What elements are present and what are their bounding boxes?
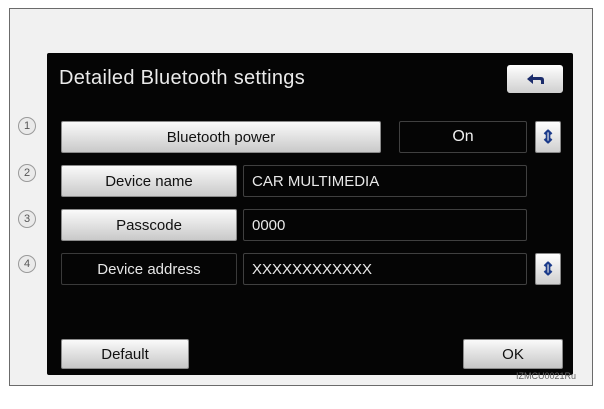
bluetooth-settings-screen: Detailed Bluetooth settings Bluetooth po… [47, 53, 573, 375]
device-name-label: Device name [105, 172, 193, 190]
bluetooth-power-value: On [452, 128, 474, 145]
screen-title: Detailed Bluetooth settings [59, 67, 306, 89]
default-button-label: Default [101, 345, 149, 363]
passcode-value: 0000 [243, 209, 527, 241]
up-down-arrow-icon: ⇕ [540, 126, 556, 147]
ok-button-label: OK [502, 345, 524, 363]
ok-button[interactable]: OK [463, 339, 563, 369]
figure-code: IZMCU0021Ru [515, 371, 576, 381]
default-button[interactable]: Default [61, 339, 189, 369]
bluetooth-power-button[interactable]: Bluetooth power [61, 121, 381, 153]
device-address-value: XXXXXXXXXXXX [243, 253, 527, 285]
bluetooth-power-on-button[interactable]: On [399, 121, 527, 153]
row-device-name: Device name CAR MULTIMEDIA [61, 165, 531, 197]
back-button[interactable] [507, 65, 563, 93]
callout-4: 4 [18, 255, 36, 273]
figure-frame: 1 2 3 4 Detailed Bluetooth settings Blue… [9, 8, 593, 386]
scroll-down-button[interactable]: ⇕ [535, 253, 561, 285]
device-name-value: CAR MULTIMEDIA [243, 165, 527, 197]
device-address-label: Device address [61, 253, 237, 285]
row-bluetooth-power: Bluetooth power On [61, 121, 531, 153]
passcode-button[interactable]: Passcode [61, 209, 237, 241]
callout-1: 1 [18, 117, 36, 135]
device-name-button[interactable]: Device name [61, 165, 237, 197]
callout-3: 3 [18, 210, 36, 228]
back-arrow-icon [527, 74, 544, 84]
row-device-address: Device address XXXXXXXXXXXX [61, 253, 531, 285]
row-passcode: Passcode 0000 [61, 209, 531, 241]
bluetooth-power-label: Bluetooth power [166, 128, 276, 146]
callout-2: 2 [18, 164, 36, 182]
scroll-up-button[interactable]: ⇕ [535, 121, 561, 153]
passcode-label: Passcode [116, 216, 182, 234]
up-down-arrow-icon: ⇕ [540, 258, 556, 279]
